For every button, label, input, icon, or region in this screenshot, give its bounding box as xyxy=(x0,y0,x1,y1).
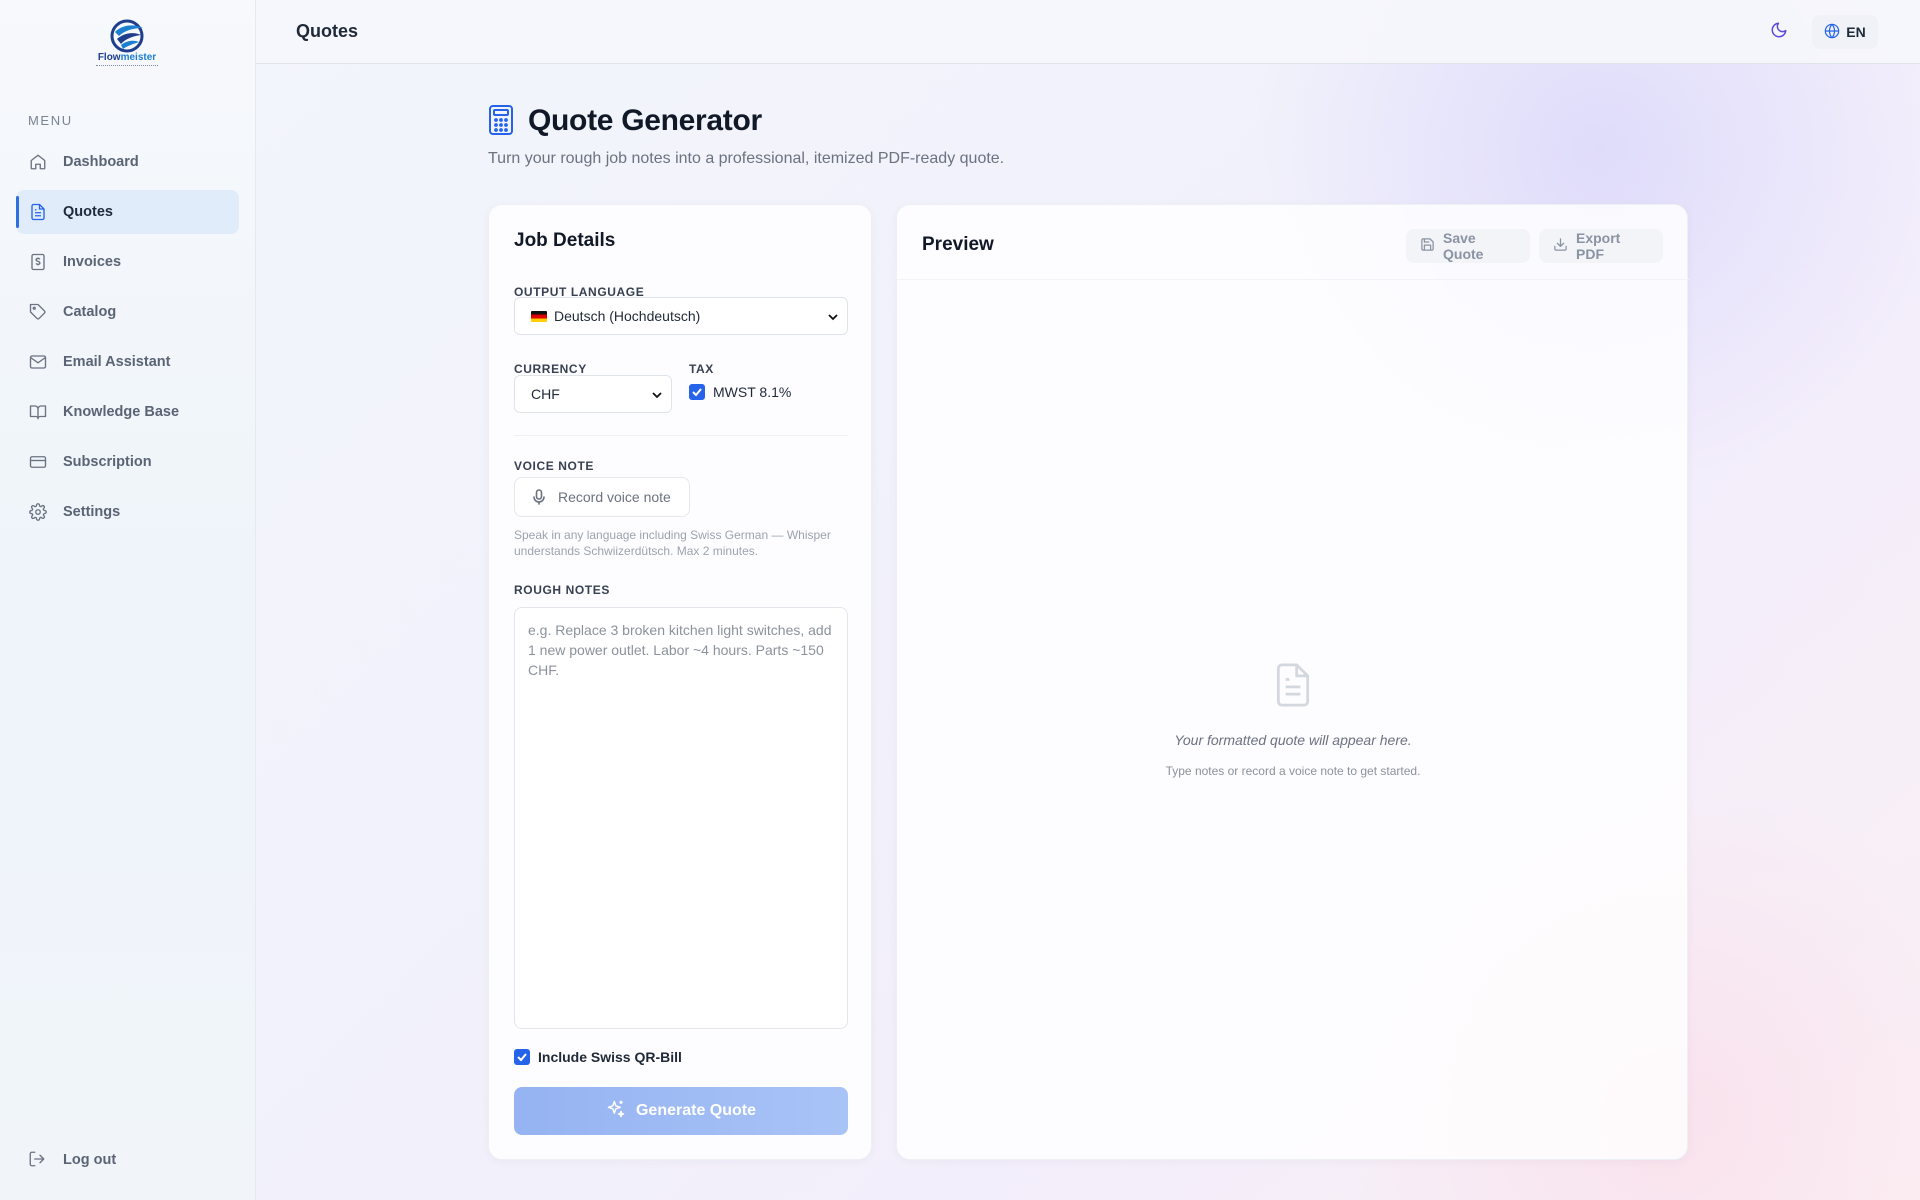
record-voice-label: Record voice note xyxy=(558,489,671,505)
sidebar-item-catalog[interactable]: Catalog xyxy=(16,290,239,334)
page-title-text: Quote Generator xyxy=(528,104,762,137)
logo-wordmark: Flowmeister xyxy=(97,52,157,63)
generate-quote-button[interactable]: Generate Quote xyxy=(514,1087,848,1135)
logout-icon xyxy=(28,1150,48,1170)
mail-icon xyxy=(28,352,48,372)
empty-state-hint: Type notes or record a voice note to get… xyxy=(1165,764,1421,778)
dollar-file-icon xyxy=(28,252,48,272)
theme-toggle-button[interactable] xyxy=(1766,19,1792,45)
language-code: EN xyxy=(1846,24,1866,40)
sparkles-icon xyxy=(606,1099,626,1124)
tax-label: TAX xyxy=(689,362,714,376)
sidebar-item-dashboard[interactable]: Dashboard xyxy=(16,140,239,184)
microphone-icon xyxy=(532,489,548,505)
top-header: Quotes EN xyxy=(256,0,1920,64)
job-details-card: Job Details OUTPUT LANGUAGE Deutsch (Hoc… xyxy=(488,204,872,1160)
sidebar: Flowmeister MENU Dashboard Quotes Invoic… xyxy=(0,0,256,1200)
rough-notes-textarea[interactable] xyxy=(514,607,848,1029)
section-divider xyxy=(514,435,848,436)
page-title: Quote Generator xyxy=(488,104,1004,138)
german-flag-icon xyxy=(531,310,547,322)
sidebar-item-label: Dashboard xyxy=(63,154,139,170)
calculator-icon xyxy=(488,104,518,138)
checkmark-icon xyxy=(692,388,702,397)
header-title: Quotes xyxy=(296,21,359,41)
output-language-select[interactable]: Deutsch (Hochdeutsch) xyxy=(514,297,848,335)
record-voice-button[interactable]: Record voice note xyxy=(514,477,690,517)
preview-divider xyxy=(897,279,1689,280)
tax-checkbox[interactable] xyxy=(689,384,705,400)
tag-icon xyxy=(28,302,48,322)
menu-section-label: MENU xyxy=(28,113,73,128)
home-icon xyxy=(28,152,48,172)
voice-note-label: VOICE NOTE xyxy=(514,459,595,473)
sidebar-item-label: Email Assistant xyxy=(63,354,171,370)
export-pdf-label: Export PDF xyxy=(1576,230,1621,262)
empty-state-message: Your formatted quote will appear here. xyxy=(1174,732,1412,748)
sidebar-item-label: Catalog xyxy=(63,304,117,320)
book-icon xyxy=(28,402,48,422)
sidebar-item-email-assistant[interactable]: Email Assistant xyxy=(16,340,239,384)
download-icon xyxy=(1553,237,1568,255)
generate-quote-label: Generate Quote xyxy=(635,1102,757,1119)
sidebar-item-label: Knowledge Base xyxy=(63,404,180,420)
output-language-value: Deutsch (Hochdeutsch) xyxy=(554,308,701,324)
currency-value: CHF xyxy=(531,386,560,402)
sidebar-item-label: Settings xyxy=(63,504,121,520)
logout-label: Log out xyxy=(63,1152,117,1168)
moon-icon xyxy=(1770,21,1788,44)
logo-mark-icon xyxy=(110,19,144,53)
sidebar-nav: Dashboard Quotes Invoices Catalog Email … xyxy=(16,140,239,540)
empty-document-icon xyxy=(1271,661,1315,709)
sidebar-item-quotes[interactable]: Quotes xyxy=(16,190,239,234)
currency-label: CURRENCY xyxy=(514,362,587,376)
globe-icon xyxy=(1824,23,1840,42)
logo-tagline-line xyxy=(96,65,158,67)
qr-bill-label: Include Swiss QR-Bill xyxy=(538,1049,682,1065)
sidebar-item-settings[interactable]: Settings xyxy=(16,490,239,534)
checkmark-icon xyxy=(517,1053,527,1062)
sidebar-item-label: Subscription xyxy=(63,454,152,470)
gear-icon xyxy=(28,502,48,522)
sidebar-item-knowledge-base[interactable]: Knowledge Base xyxy=(16,390,239,434)
job-details-title: Job Details xyxy=(514,230,616,251)
preview-title: Preview xyxy=(922,234,994,255)
sidebar-item-label: Invoices xyxy=(63,254,122,270)
qr-bill-checkbox[interactable] xyxy=(514,1049,530,1065)
save-quote-button[interactable]: Save Quote xyxy=(1406,229,1530,263)
chevron-down-icon xyxy=(651,388,663,400)
app-logo[interactable]: Flowmeister xyxy=(90,18,164,74)
page-subtitle: Turn your rough job notes into a profess… xyxy=(488,150,1005,167)
credit-card-icon xyxy=(28,452,48,472)
language-switch-button[interactable]: EN xyxy=(1812,15,1878,49)
sidebar-item-subscription[interactable]: Subscription xyxy=(16,440,239,484)
sidebar-item-invoices[interactable]: Invoices xyxy=(16,240,239,284)
preview-card: Preview Save Quote Export PDF Your forma… xyxy=(896,204,1689,1160)
currency-select[interactable]: CHF xyxy=(514,375,672,413)
save-quote-label: Save Quote xyxy=(1443,230,1484,262)
export-pdf-button[interactable]: Export PDF xyxy=(1539,229,1663,263)
voice-note-hint: Speak in any language including Swiss Ge… xyxy=(514,528,831,558)
rough-notes-label: ROUGH NOTES xyxy=(514,583,610,597)
sidebar-item-label: Quotes xyxy=(63,204,113,220)
save-icon xyxy=(1420,237,1435,255)
page-heading: Quote Generator Turn your rough job note… xyxy=(488,104,1004,168)
preview-empty-state: Your formatted quote will appear here. T… xyxy=(897,661,1689,778)
logout-button[interactable]: Log out xyxy=(28,1150,116,1170)
tax-option-label: MWST 8.1% xyxy=(713,384,792,400)
document-icon xyxy=(28,202,48,222)
chevron-down-icon xyxy=(827,310,839,322)
